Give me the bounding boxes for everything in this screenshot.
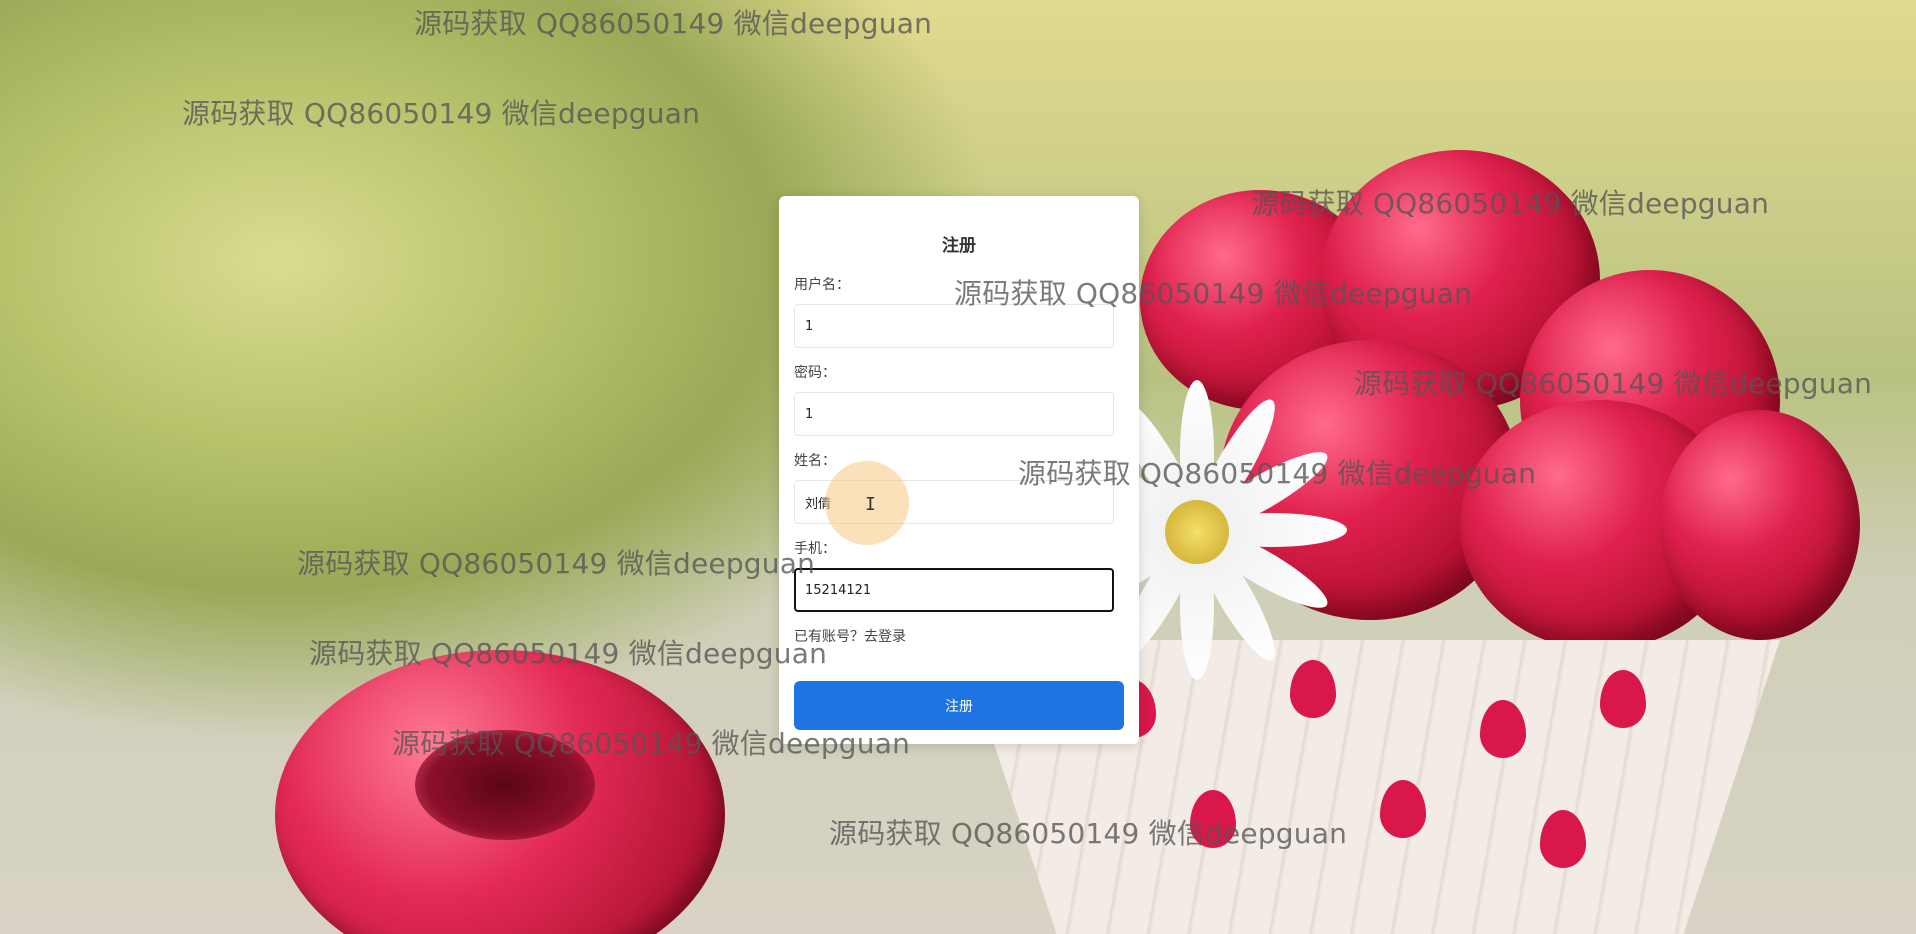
watermark-text: 源码获取 QQ86050149 微信deepguan bbox=[309, 637, 828, 670]
name-label: 姓名： bbox=[794, 453, 836, 469]
page-background: 注册 用户名： 密码： 姓名： 手机： 已有账号？去登录 注册 I 源码获取 Q… bbox=[0, 0, 1916, 934]
phone-input[interactable] bbox=[794, 568, 1114, 612]
register-title: 注册 bbox=[942, 236, 976, 256]
watermark-text: 源码获取 QQ86050149 微信deepguan bbox=[1018, 457, 1537, 490]
watermark-text: 源码获取 QQ86050149 微信deepguan bbox=[182, 97, 701, 130]
watermark-text: 源码获取 QQ86050149 微信deepguan bbox=[392, 727, 911, 760]
watermark-text: 源码获取 QQ86050149 微信deepguan bbox=[829, 817, 1348, 850]
raspberry-cluster-image bbox=[1100, 150, 1860, 710]
watermark-text: 源码获取 QQ86050149 微信deepguan bbox=[297, 547, 816, 580]
watermark-text: 源码获取 QQ86050149 微信deepguan bbox=[414, 7, 933, 40]
watermark-text: 源码获取 QQ86050149 微信deepguan bbox=[954, 277, 1473, 310]
single-raspberry-image bbox=[275, 650, 725, 934]
password-label: 密码： bbox=[794, 365, 836, 381]
username-label: 用户名： bbox=[794, 277, 850, 293]
password-input[interactable] bbox=[794, 392, 1114, 436]
watermark-text: 源码获取 QQ86050149 微信deepguan bbox=[1251, 187, 1770, 220]
watermark-text: 源码获取 QQ86050149 微信deepguan bbox=[1354, 367, 1873, 400]
